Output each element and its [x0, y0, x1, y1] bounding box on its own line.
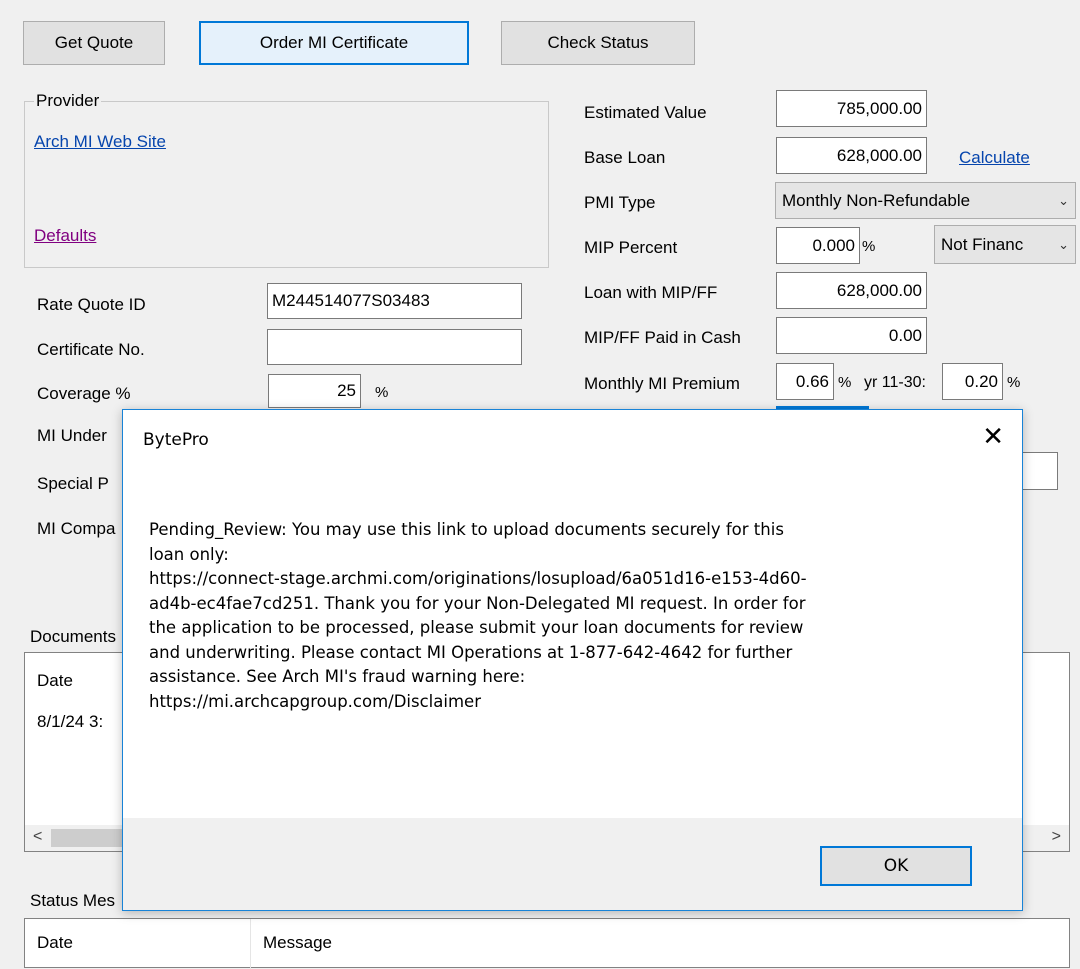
- mip-percent-label: MIP Percent: [584, 238, 678, 257]
- yr-11-30-input[interactable]: 0.20: [942, 363, 1003, 400]
- loan-with-mip-label: Loan with MIP/FF: [584, 283, 718, 302]
- pmi-type-value: Monthly Non-Refundable: [782, 190, 971, 210]
- scroll-left-icon[interactable]: <: [33, 828, 42, 846]
- provider-group-label: Provider: [34, 91, 102, 111]
- monthly-premium-input[interactable]: 0.66: [776, 363, 834, 400]
- coverage-unit: %: [375, 384, 389, 401]
- documents-col-date: Date: [37, 671, 73, 690]
- check-status-button[interactable]: Check Status: [501, 21, 695, 65]
- yr-11-30-unit: %: [1007, 374, 1021, 391]
- monthly-premium-label: Monthly MI Premium: [584, 374, 740, 393]
- coverage-label: Coverage %: [37, 384, 131, 403]
- mi-underwriter-label: MI Under: [37, 426, 107, 445]
- chevron-down-icon: ⌄: [1058, 236, 1069, 252]
- scroll-right-icon[interactable]: >: [1052, 828, 1061, 846]
- rate-quote-id-label: Rate Quote ID: [37, 295, 146, 314]
- order-mi-certificate-button[interactable]: Order MI Certificate: [199, 21, 469, 65]
- provider-groupbox: [24, 101, 549, 268]
- dialog-title: BytePro: [143, 430, 209, 450]
- arch-mi-website-link[interactable]: Arch MI Web Site: [34, 132, 166, 152]
- status-list[interactable]: Date Message: [24, 918, 1070, 969]
- loan-with-mip-input[interactable]: 628,000.00: [776, 272, 927, 309]
- certificate-no-input[interactable]: [267, 329, 522, 365]
- chevron-down-icon: ⌄: [1058, 192, 1069, 208]
- estimated-value-input[interactable]: 785,000.00: [776, 90, 927, 127]
- monthly-premium-unit: %: [838, 374, 852, 391]
- documents-row-date: 8/1/24 3:: [37, 712, 104, 731]
- certificate-no-label: Certificate No.: [37, 340, 145, 359]
- status-col-message: Message: [263, 933, 332, 952]
- mip-paid-cash-input[interactable]: 0.00: [776, 317, 927, 354]
- yr-11-30-label: yr 11-30:: [864, 374, 926, 391]
- coverage-input[interactable]: 25: [268, 374, 361, 408]
- mi-company-label: MI Compa: [37, 519, 116, 538]
- get-quote-button[interactable]: Get Quote: [23, 21, 165, 65]
- status-col-date: Date: [37, 933, 73, 952]
- column-divider: [250, 919, 251, 969]
- status-label: Status Mes: [30, 891, 116, 910]
- scrollbar-thumb[interactable]: [51, 829, 123, 847]
- ok-button[interactable]: OK: [820, 846, 972, 886]
- dialog-message: Pending_Review: You may use this link to…: [149, 520, 807, 711]
- special-label: Special P: [37, 474, 109, 493]
- base-loan-label: Base Loan: [584, 148, 666, 167]
- rate-quote-id-input[interactable]: M244514077S03483: [267, 283, 522, 319]
- message-dialog: BytePro ✕ Pending_Review: You may use th…: [122, 409, 1023, 911]
- documents-label: Documents: [30, 627, 116, 647]
- defaults-link[interactable]: Defaults: [34, 226, 96, 246]
- pmi-type-label: PMI Type: [584, 193, 656, 212]
- mip-percent-input[interactable]: 0.000: [776, 227, 860, 264]
- pmi-type-select[interactable]: Monthly Non-Refundable ⌄: [775, 182, 1076, 219]
- mip-percent-unit: %: [862, 238, 876, 255]
- mip-paid-cash-label: MIP/FF Paid in Cash: [584, 328, 741, 347]
- financing-value: Not Financ: [941, 234, 1024, 254]
- close-icon[interactable]: ✕: [982, 424, 1004, 450]
- estimated-value-label: Estimated Value: [584, 103, 707, 122]
- calculate-link[interactable]: Calculate: [959, 148, 1030, 168]
- financing-select[interactable]: Not Financ ⌄: [934, 225, 1076, 264]
- dialog-footer: OK: [123, 818, 1022, 910]
- base-loan-input[interactable]: 628,000.00: [776, 137, 927, 174]
